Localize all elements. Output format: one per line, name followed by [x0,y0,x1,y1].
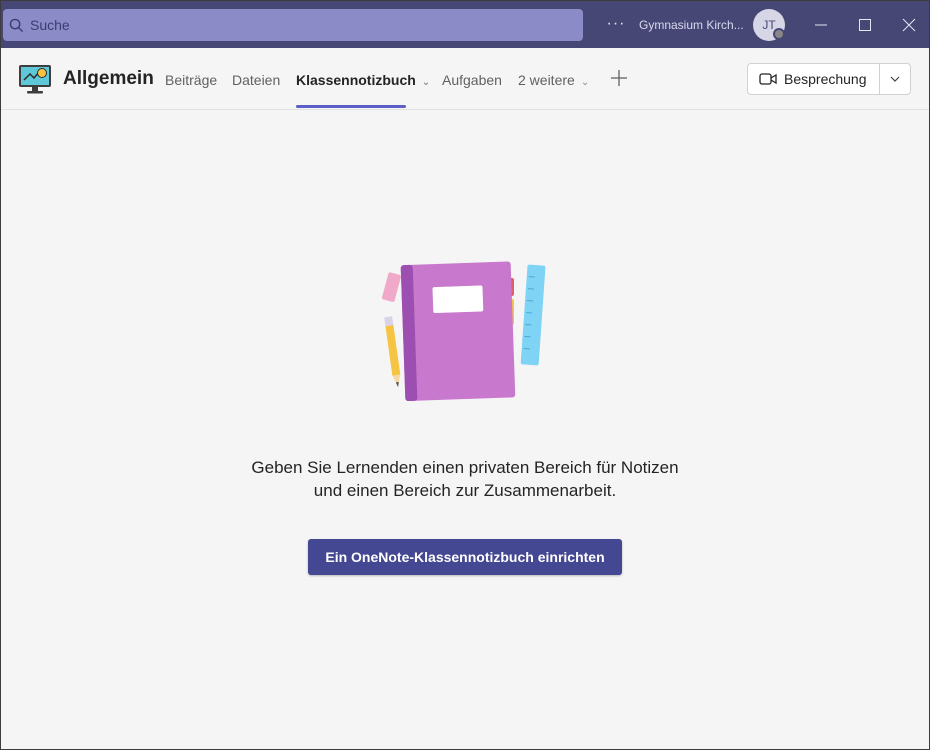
channel-name: Allgemein [63,68,154,89]
description-line-2: und einen Bereich zur Zusammenarbeit. [313,481,617,500]
tab-more-label: 2 weitere [518,72,575,88]
meeting-button[interactable]: Besprechung [748,64,879,94]
close-icon [902,18,916,31]
minimize-button[interactable] [799,1,843,48]
maximize-icon [859,18,871,31]
minimize-icon [815,24,827,25]
search-input[interactable]: Suche [3,9,583,41]
presence-status-icon [773,28,785,40]
tab-dateien[interactable]: Dateien [232,72,280,88]
description-text: Geben Sie Lernenden einen privaten Berei… [165,456,765,502]
plus-icon[interactable] [609,68,629,88]
meeting-dropdown-button[interactable] [880,64,910,94]
meeting-label: Besprechung [784,71,867,87]
setup-class-notebook-button[interactable]: Ein OneNote-Klassennotizbuch einrichten [308,539,622,575]
tab-klassennotizbuch-label: Klassennotizbuch [296,72,416,88]
description-line-1: Geben Sie Lernenden einen privaten Berei… [251,458,679,477]
search-placeholder: Suche [30,17,70,33]
chevron-down-icon [890,76,900,82]
channel-header: Allgemein Beiträge Dateien Klassennotizb… [1,48,929,110]
tab-more[interactable]: 2 weitere ⌄ [518,72,589,88]
close-button[interactable] [887,1,930,48]
title-bar: Suche ··· Gymnasium Kirch... JT [1,1,929,48]
org-name[interactable]: Gymnasium Kirch... [639,18,744,32]
maximize-button[interactable] [843,1,887,48]
team-logo-icon[interactable] [18,62,52,96]
tab-aufgaben[interactable]: Aufgaben [442,72,502,88]
tab-klassennotizbuch[interactable]: Klassennotizbuch ⌄ [296,72,430,88]
chevron-down-icon: ⌄ [421,77,431,88]
video-camera-icon [759,73,777,85]
more-options-button[interactable]: ··· [606,14,626,34]
notebook-illustration [382,261,546,402]
tab-beitraege[interactable]: Beiträge [165,72,217,88]
search-icon [9,18,24,32]
active-tab-indicator [296,105,406,108]
meeting-button-group: Besprechung [747,63,911,95]
chevron-down-icon: ⌄ [580,77,590,88]
